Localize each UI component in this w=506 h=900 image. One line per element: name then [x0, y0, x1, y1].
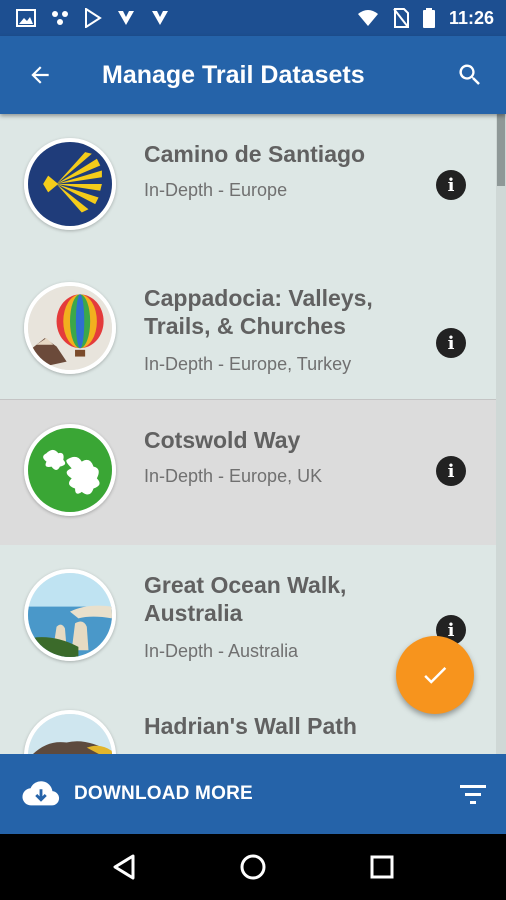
search-button[interactable]: [434, 36, 506, 114]
info-button[interactable]: i: [436, 328, 466, 358]
system-nav-bar: [0, 834, 506, 900]
wifi-icon: [357, 10, 378, 26]
play-store-icon: [85, 8, 102, 28]
filter-icon[interactable]: [460, 783, 486, 805]
trail-item-cotswold[interactable]: Cotswold Way In-Depth - Europe, UK i: [0, 399, 496, 547]
trail-subtitle: In-Depth - Europe, Turkey: [144, 354, 352, 374]
app-notification-icon: [52, 11, 68, 25]
trail-name: Great Ocean Walk, Australia: [144, 572, 347, 626]
hot-air-balloon-icon: [24, 282, 116, 374]
cloud-download-icon[interactable]: [22, 779, 60, 809]
nav-home-icon[interactable]: [239, 853, 267, 881]
image-notification-icon: [16, 9, 36, 27]
back-button[interactable]: [0, 36, 80, 114]
coastal-rocks-icon: [24, 569, 116, 661]
page-title: Manage Trail Datasets: [102, 60, 365, 89]
arrow-back-icon: [31, 66, 49, 84]
confirm-fab-button[interactable]: [396, 636, 474, 714]
search-icon: [459, 64, 480, 85]
app-logo-icon: [118, 11, 134, 25]
info-button[interactable]: i: [436, 456, 466, 486]
trail-name: Cotswold Way: [144, 427, 301, 453]
trail-item-camino[interactable]: Camino de Santiago In-Depth - Europe i: [0, 114, 496, 259]
trail-name: Cappadocia: Valleys, Trails, & Churches: [144, 285, 373, 339]
battery-icon: [422, 8, 435, 28]
trail-subtitle: In-Depth - Europe: [144, 180, 288, 200]
status-bar: 11:26: [0, 0, 506, 36]
scrollbar-thumb[interactable]: [497, 114, 505, 186]
info-button[interactable]: i: [436, 170, 466, 200]
trail-item-cappadocia[interactable]: Cappadocia: Valleys, Trails, & Churches …: [0, 258, 496, 400]
scallop-shell-icon: [24, 138, 116, 230]
trail-subtitle: In-Depth - Europe, UK: [144, 466, 323, 486]
bottom-bar: DOWNLOAD MORE: [0, 754, 506, 834]
hills-icon: [24, 710, 116, 754]
download-more-button[interactable]: DOWNLOAD MORE: [74, 783, 253, 805]
no-sim-icon: [393, 8, 409, 28]
clock: 11:26: [448, 7, 494, 28]
oak-leaf-icon: [24, 424, 116, 516]
scrollbar-track[interactable]: [496, 114, 506, 754]
check-icon: [424, 667, 447, 684]
trail-name: Camino de Santiago: [144, 141, 366, 167]
trail-subtitle: In-Depth - Australia: [144, 641, 299, 661]
nav-recents-icon[interactable]: [369, 854, 395, 880]
app-logo-icon-2: [152, 11, 168, 25]
nav-back-icon[interactable]: [111, 853, 137, 881]
trail-name: Hadrian's Wall Path: [144, 713, 357, 739]
app-bar: Manage Trail Datasets: [0, 36, 506, 114]
